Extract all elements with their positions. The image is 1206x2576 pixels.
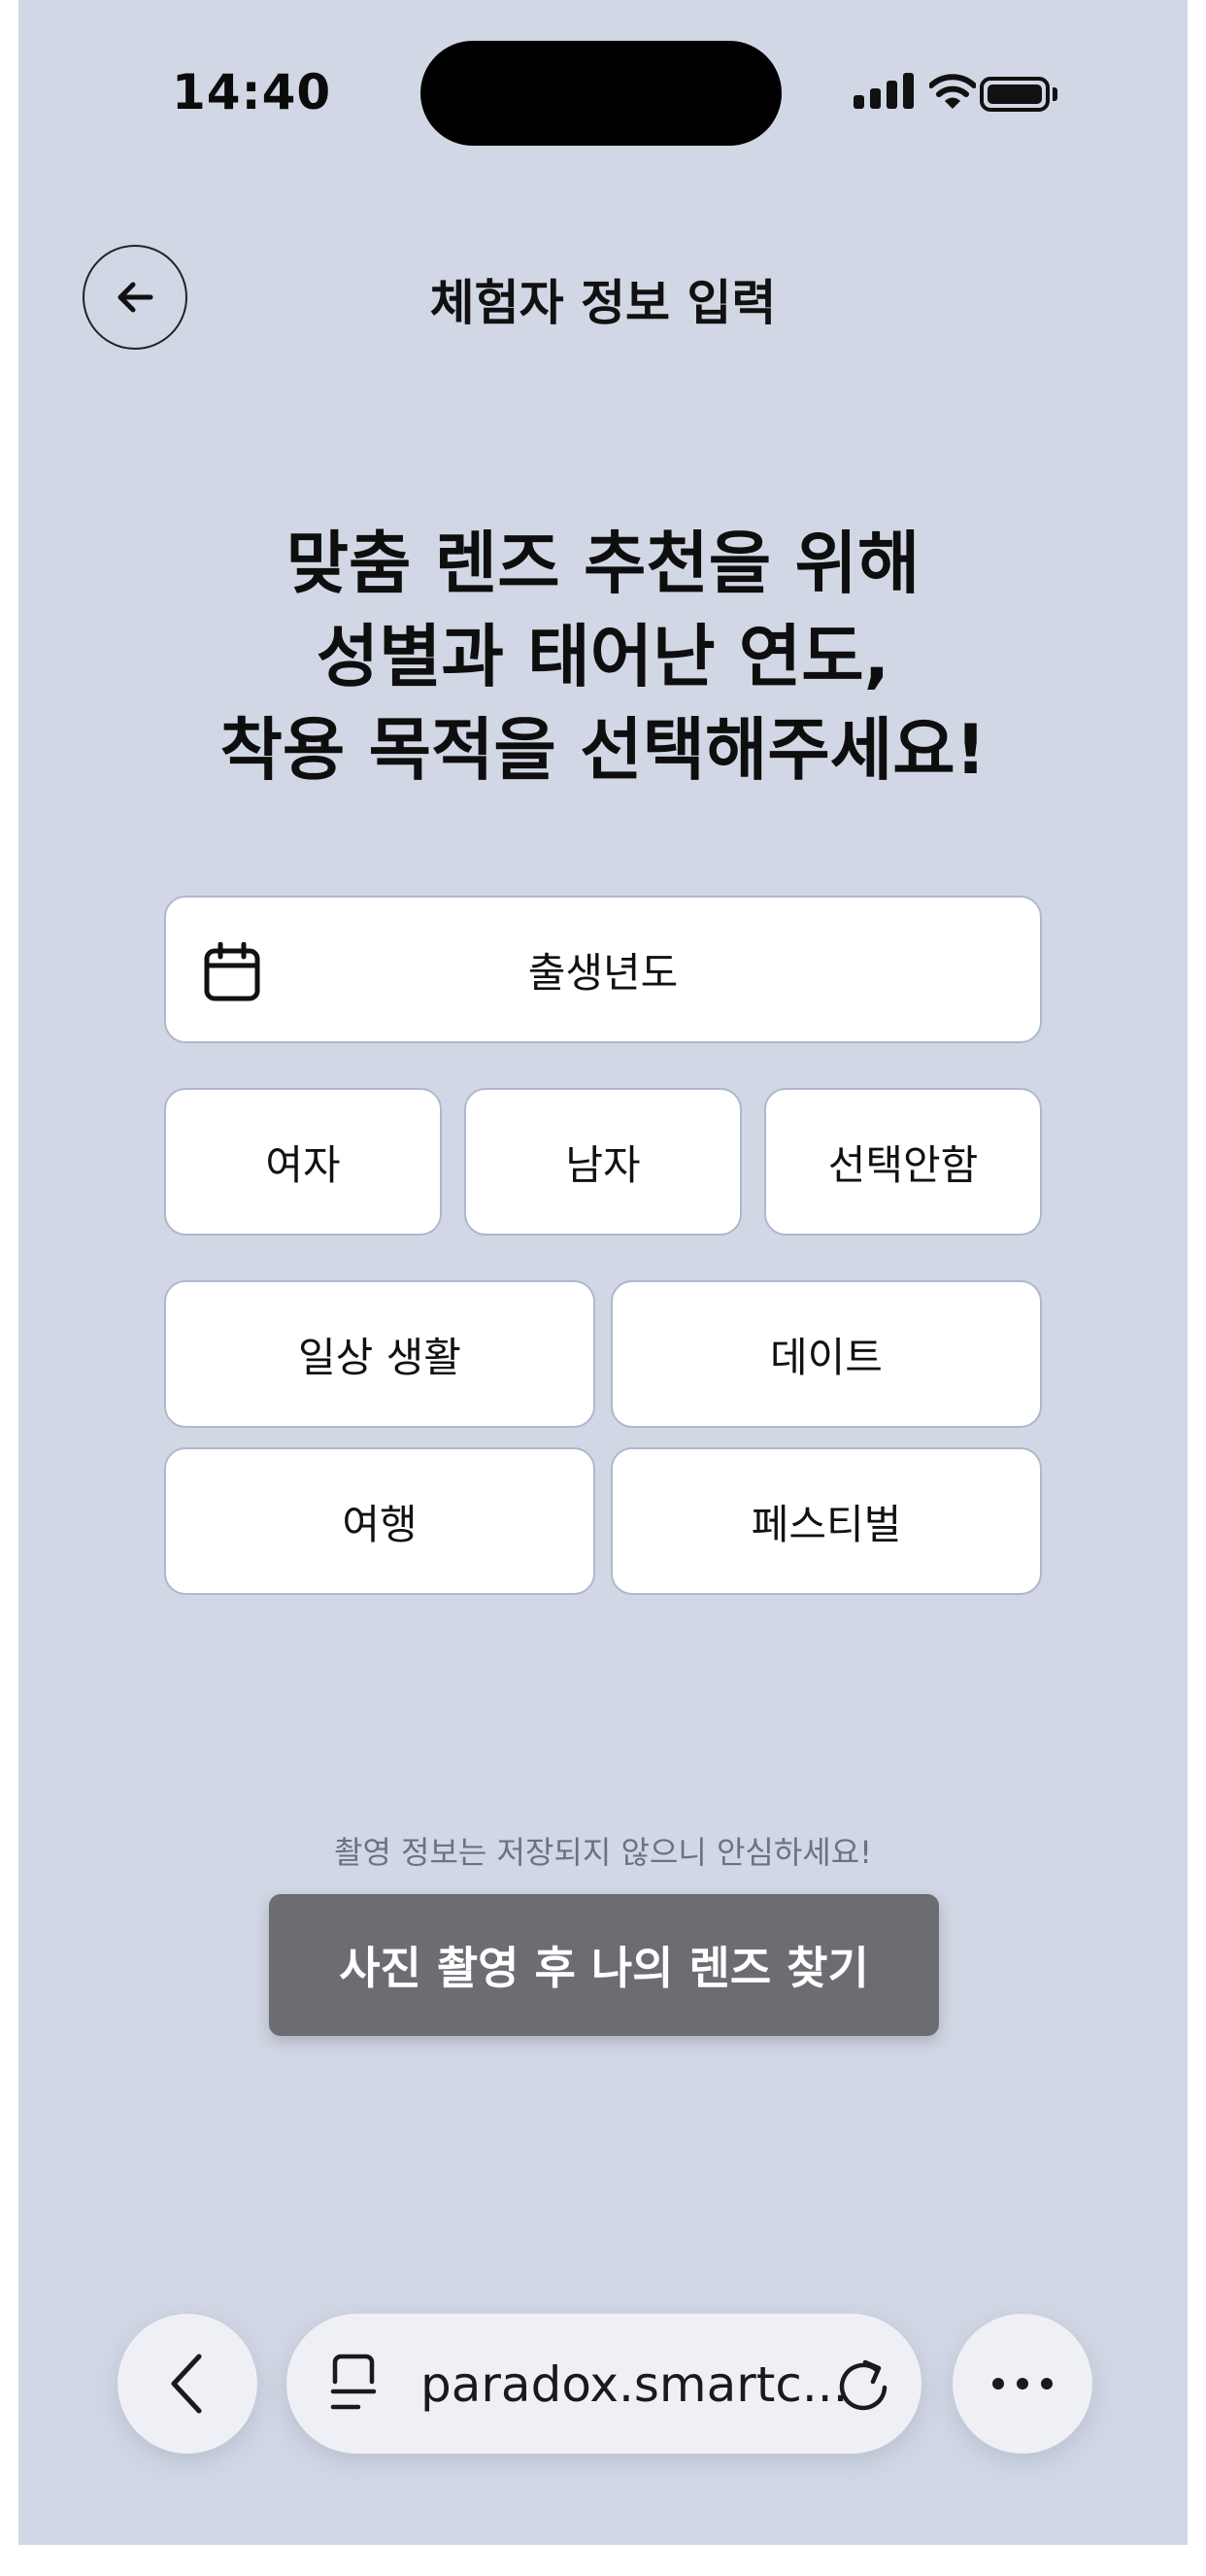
birth-year-select[interactable]: 출생년도 (164, 896, 1042, 1043)
option-label: 일상 생활 (298, 1333, 461, 1381)
status-icons (854, 68, 1106, 117)
option-label: 여자 (265, 1140, 341, 1189)
privacy-note: 촬영 정보는 저장되지 않으니 안심하세요! (334, 1834, 872, 1871)
dynamic-island (420, 41, 782, 146)
wifi-icon (929, 74, 976, 109)
more-icon (992, 2378, 1053, 2390)
browser-back-button[interactable] (117, 2314, 257, 2454)
purpose-option-daily[interactable]: 일상 생활 (164, 1280, 595, 1428)
status-time: 14:40 (172, 64, 332, 120)
option-label: 선택안함 (827, 1140, 979, 1189)
option-label: 여행 (342, 1500, 418, 1548)
chevron-left-icon (171, 2354, 202, 2414)
option-label: 페스티벌 (751, 1500, 902, 1548)
purpose-option-travel[interactable]: 여행 (164, 1447, 595, 1595)
address-bar[interactable]: paradox.smartc... (286, 2314, 921, 2454)
option-label: 남자 (565, 1140, 641, 1189)
battery-icon (980, 77, 1050, 112)
gender-option-male[interactable]: 남자 (464, 1088, 742, 1236)
birth-year-label: 출생년도 (527, 948, 679, 997)
headline-line: 성별과 태어난 연도, (316, 617, 890, 696)
browser-more-button[interactable] (953, 2314, 1092, 2454)
purpose-option-date[interactable]: 데이트 (611, 1280, 1042, 1428)
purpose-option-festival[interactable]: 페스티벌 (611, 1447, 1042, 1595)
option-label: 데이트 (770, 1333, 883, 1381)
page-title: 체험자 정보 입력 (429, 275, 777, 331)
url-text: paradox.smartc... (420, 2356, 849, 2413)
calendar-icon (204, 942, 260, 1001)
headline: 맞춤 렌즈 추천을 위해 성별과 태어난 연도, 착용 목적을 선택해주세요! (18, 517, 1188, 797)
gender-option-none[interactable]: 선택안함 (764, 1088, 1042, 1236)
gender-option-female[interactable]: 여자 (164, 1088, 442, 1236)
page-menu-icon (330, 2354, 377, 2410)
headline-line: 맞춤 렌즈 추천을 위해 (285, 524, 921, 603)
cta-label: 사진 촬영 후 나의 렌즈 찾기 (339, 1942, 869, 1994)
app-screen: 14:40 체험자 정보 입력 맞춤 렌즈 추천을 위해 성별과 태어난 연도,… (18, 0, 1188, 2545)
find-lens-button[interactable]: 사진 촬영 후 나의 렌즈 찾기 (269, 1894, 939, 2036)
headline-line: 착용 목적을 선택해주세요! (219, 710, 987, 790)
reload-icon[interactable] (836, 2356, 890, 2411)
